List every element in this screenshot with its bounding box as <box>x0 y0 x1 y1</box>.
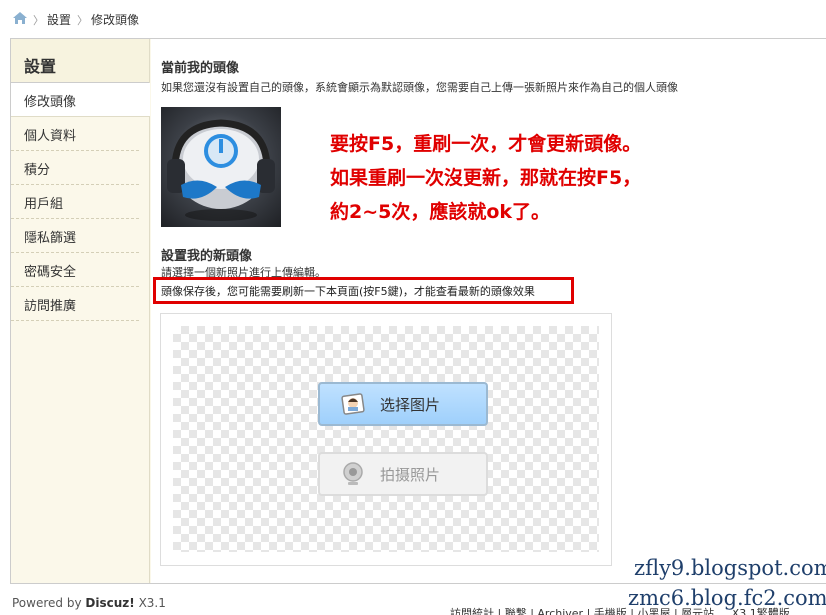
current-avatar-title: 當前我的頭像 <box>161 61 240 76</box>
avatar <box>161 107 281 227</box>
breadcrumb-settings[interactable]: 設置 <box>47 11 71 28</box>
annotation-line: 如果重刷一次沒更新，那就在按F5， <box>330 167 642 189</box>
take-photo-label: 拍摄照片 <box>380 465 441 484</box>
sidebar-item-avatar[interactable]: 修改頭像 <box>11 83 150 117</box>
sidebar-item-profile[interactable]: 個人資料 <box>11 117 139 151</box>
refresh-warning: 頭像保存後，您可能需要刷新一下本頁面(按F5鍵)，才能查看最新的頭像效果 <box>161 285 535 298</box>
sidebar-title: 設置 <box>11 39 149 83</box>
footer-powered: Powered by Discuz! X3.1 <box>12 596 166 610</box>
brand-link[interactable]: Discuz! <box>85 596 134 610</box>
new-avatar-title: 設置我的新頭像 <box>161 249 253 264</box>
preview-area: 选择图片 拍摄照片 <box>173 326 599 552</box>
breadcrumb: 〉 設置 〉 修改頭像 <box>0 0 826 38</box>
avatar-uploader: 选择图片 拍摄照片 <box>160 313 612 566</box>
main-content: 當前我的頭像 如果您還沒有設置自己的頭像，系統會顯示為默認頭像，您需要自己上傳一… <box>151 39 826 583</box>
take-photo-button[interactable]: 拍摄照片 <box>318 452 488 496</box>
sidebar-item-promotion[interactable]: 訪問推廣 <box>11 287 139 321</box>
select-image-button[interactable]: 选择图片 <box>318 382 488 426</box>
photo-icon <box>341 393 365 415</box>
version-text: X3.1 <box>138 596 166 610</box>
powered-by-text: Powered by <box>12 596 82 610</box>
watermark-fc2: zmc6.blog.fc2.com <box>628 586 826 610</box>
home-icon[interactable] <box>12 11 28 25</box>
headphone-power-icon <box>167 119 275 221</box>
watermark-blogspot: zfly9.blogspot.com <box>634 556 826 580</box>
annotation-note: 要按F5，重刷一次，才會更新頭像。 如果重刷一次沒更新，那就在按F5， 約2~5… <box>326 127 762 233</box>
annotation-line: 約2~5次，應該就ok了。 <box>330 201 551 223</box>
breadcrumb-separator: 〉 <box>33 14 44 27</box>
sidebar-item-credits[interactable]: 積分 <box>11 151 139 185</box>
settings-panel: 設置 修改頭像 個人資料 積分 用戶組 隱私篩選 密碼安全 訪問推廣 當前我的頭… <box>10 38 826 584</box>
select-image-label: 选择图片 <box>380 395 441 414</box>
sidebar-item-usergroup[interactable]: 用戶組 <box>11 185 139 219</box>
breadcrumb-separator: 〉 <box>77 14 88 27</box>
webcam-icon <box>343 462 363 485</box>
sidebar-item-privacy[interactable]: 隱私篩選 <box>11 219 139 253</box>
annotation-line: 要按F5，重刷一次，才會更新頭像。 <box>330 133 642 155</box>
sidebar-item-password[interactable]: 密碼安全 <box>11 253 139 287</box>
sidebar: 設置 修改頭像 個人資料 積分 用戶組 隱私篩選 密碼安全 訪問推廣 <box>11 39 150 583</box>
breadcrumb-current: 修改頭像 <box>91 13 140 27</box>
current-avatar-description: 如果您還沒有設置自己的頭像，系統會顯示為默認頭像，您需要自己上傳一張新照片來作為… <box>161 81 678 94</box>
